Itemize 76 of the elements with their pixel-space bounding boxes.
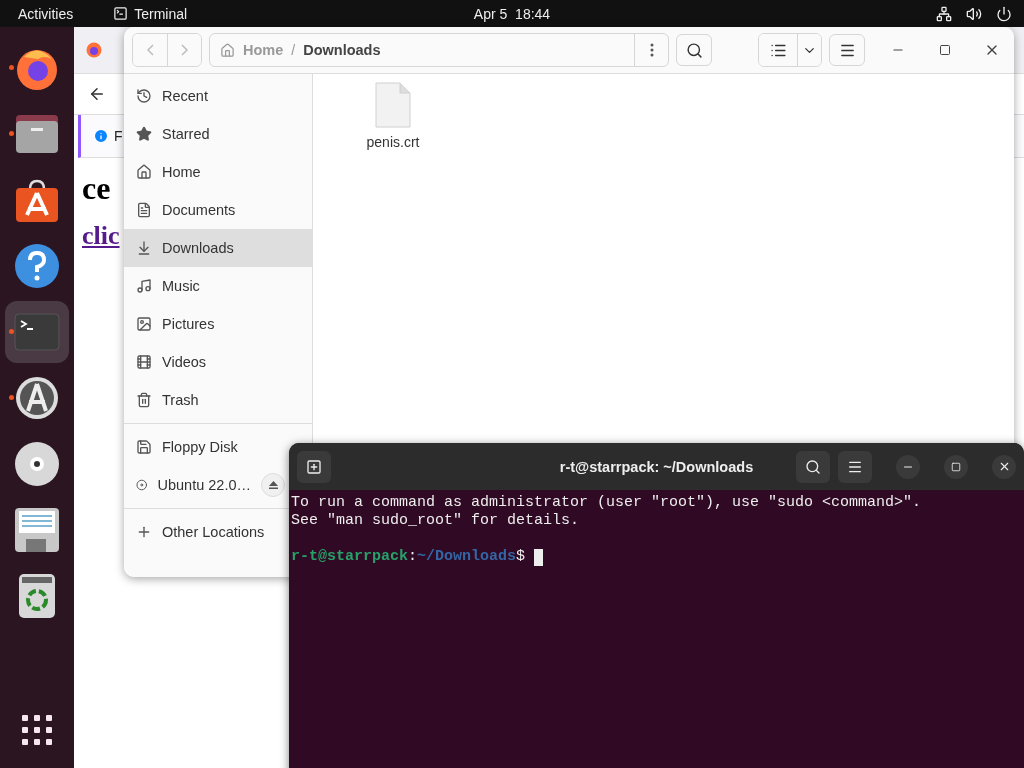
home-icon [136,164,152,180]
sidebar-item[interactable]: Other Locations [124,513,287,551]
maximize-icon [951,461,961,472]
terminal-line: See "man sudo_root" for details. [291,512,581,530]
document-icon [136,202,152,218]
recycle-bin-icon [18,573,56,619]
new-tab-icon [306,458,322,475]
search-button[interactable] [796,450,830,483]
trash-icon [136,392,152,408]
sidebar-item[interactable]: Music [124,267,312,305]
shopping-bag-icon [14,177,60,223]
sidebar-item[interactable]: Pictures [124,305,312,343]
file-name[interactable]: penis.crt [366,134,420,150]
terminal-icon [113,6,129,21]
image-icon [136,316,152,332]
sidebar-item[interactable]: Ubuntu 22.0… [124,466,287,504]
prompt-separator: : [408,548,418,566]
download-icon [136,240,152,256]
home-icon [220,42,235,58]
menu-button[interactable] [838,450,872,483]
menu-button[interactable] [829,34,865,66]
sidebar-item[interactable]: Videos [124,343,312,381]
firefox-logo-icon [86,42,102,58]
chevron-right-icon [181,44,188,56]
prompt-symbol: $ [516,548,526,566]
back-button[interactable] [88,85,106,103]
document-icon [14,507,60,553]
terminal-line: To run a command as administrator (user "root"), use "sudo <command>". [291,494,923,512]
eject-button[interactable] [261,473,285,497]
sidebar-item[interactable]: Starred [124,115,312,153]
sidebar-item[interactable]: Home [124,153,312,191]
volume-icon[interactable] [966,5,982,22]
window-title: r-t@starrpack: ~/Downloads [559,458,754,475]
sidebar-item[interactable]: Recent [124,77,312,115]
sidebar-item[interactable]: Downloads [124,229,312,267]
page-link[interactable]: clic [82,221,120,251]
star-icon [136,126,152,142]
search-icon [805,458,821,475]
eject-icon [268,481,278,489]
film-icon [136,354,152,370]
path-separator: / [291,42,296,58]
search-button[interactable] [676,34,712,66]
prompt-user: r-t@starrpack [291,548,409,566]
page-heading: ce [82,170,111,207]
disc-icon [14,441,60,487]
clock-icon [136,88,152,104]
folder-icon [14,113,60,155]
text-cursor [534,548,544,566]
sidebar-item[interactable]: Documents [124,191,312,229]
music-note-icon [136,278,152,294]
network-icon[interactable] [936,5,952,22]
path-crumb[interactable]: Downloads [303,42,381,58]
sidebar-item[interactable]: Floppy Disk [124,428,287,466]
minimize-button[interactable] [896,454,920,479]
maximize-icon [939,44,951,56]
notification-text: F [114,128,123,144]
activities-button[interactable]: Activities [18,5,74,22]
power-icon[interactable] [996,5,1012,22]
disc-icon [136,477,148,493]
app-menu[interactable]: Terminal [134,5,188,22]
terminal-icon [14,313,60,351]
search-icon [685,41,703,59]
clock[interactable]: Apr 5 18:44 [473,5,551,22]
path-bar[interactable]: Home / Downloads [209,33,669,67]
updater-icon [14,375,60,421]
info-icon [93,128,109,144]
prompt-path: ~/Downloads [417,548,517,566]
sidebar-item[interactable]: Trash [124,381,312,419]
chevron-left-icon [146,44,154,56]
plus-icon [136,524,152,540]
kebab-icon [649,43,654,57]
new-tab-button[interactable] [297,450,331,483]
close-button[interactable] [992,454,1016,479]
maximize-button[interactable] [944,454,968,479]
help-icon [14,243,60,289]
app-grid-icon[interactable] [21,714,53,746]
